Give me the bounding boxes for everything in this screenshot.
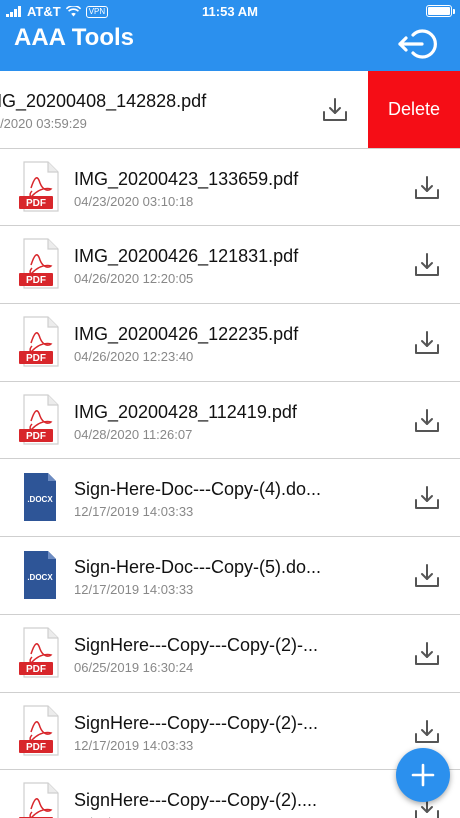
file-name: SignHere---Copy---Copy-(2)-...	[74, 634, 319, 655]
file-row-content[interactable]: PDF SignHere---Copy---Copy-(2)-... 12/17/2…	[0, 693, 460, 770]
download-icon[interactable]	[414, 641, 440, 667]
pdf-file-icon: PDF	[19, 161, 59, 212]
pdf-badge-text: PDF	[26, 198, 46, 209]
file-row[interactable]: PDF IMG_20200423_133659.pdf 04/23/2020 03:…	[0, 148, 460, 227]
pdf-badge-text: PDF	[26, 275, 46, 286]
pdf-file-icon: PDF	[19, 238, 59, 289]
file-row-content[interactable]: PDF IMG_20200426_121831.pdf 04/26/2020 12:…	[0, 226, 460, 303]
file-row[interactable]: PDFIMG_20200408_142828.pdf/08/2020 03:59…	[0, 71, 460, 149]
pdf-file-icon: PDF	[19, 782, 59, 818]
file-date: 04/26/2020 12:20:05	[74, 271, 194, 287]
file-name: IMG_20200428_112419.pdf	[74, 401, 297, 422]
plus-icon	[411, 763, 435, 787]
status-bar: AT&T VPN 11:53 AM	[0, 0, 460, 24]
file-date: 06/25/2019 16:30:24	[74, 659, 194, 675]
pdf-badge-text: PDF	[26, 353, 46, 364]
file-date: 12/17/2019 14:03:33	[74, 582, 194, 598]
file-row-content[interactable]: .DOCX Sign-Here-Doc---Copy-(4).do... 12/17…	[0, 459, 460, 536]
file-row-content[interactable]: .DOCX Sign-Here-Doc---Copy-(5).do... 12/17…	[0, 537, 460, 614]
file-date: /08/2020 03:59:29	[0, 116, 87, 131]
file-name: IMG_20200426_122235.pdf	[74, 324, 299, 345]
docx-file-icon: .DOCX	[24, 473, 56, 522]
docx-badge-text: .DOCX	[27, 573, 53, 582]
file-row-content[interactable]: PDFIMG_20200408_142828.pdf/08/2020 03:59…	[0, 71, 368, 148]
file-name: IMG_20200408_142828.pdf	[0, 91, 207, 111]
app-header: AT&T VPN 11:53 AM AAA Tools	[0, 0, 460, 71]
file-name: IMG_20200426_121831.pdf	[74, 246, 299, 267]
file-row[interactable]: PDF IMG_20200428_112419.pdf 04/28/2020 11:…	[0, 381, 460, 460]
file-row[interactable]: PDF IMG_20200426_122235.pdf 04/26/2020 12:…	[0, 304, 460, 382]
download-icon[interactable]	[414, 485, 440, 511]
file-row[interactable]: PDF IMG_20200426_121831.pdf 04/26/2020 12:…	[0, 226, 460, 305]
status-time: 11:53 AM	[202, 4, 258, 19]
file-row-content[interactable]: PDF SignHere---Copy---Copy-(2)-... 06/25/2…	[0, 615, 460, 692]
docx-file-icon: .DOCX	[24, 551, 56, 600]
file-date: 12/17/2019 14:03:33	[74, 737, 194, 753]
file-name: Sign-Here-Doc---Copy-(5).do...	[74, 557, 322, 578]
pdf-badge-text: PDF	[26, 664, 46, 675]
download-icon[interactable]	[414, 563, 440, 589]
pdf-file-icon: PDF	[19, 704, 59, 756]
file-name: SignHere---Copy---Copy-(2)-...	[74, 712, 319, 733]
file-row[interactable]: .DOCX Sign-Here-Doc---Copy-(5).do... 12/17…	[0, 537, 460, 615]
delete-button[interactable]: Delete	[368, 71, 460, 148]
file-row-content[interactable]: PDF IMG_20200426_122235.pdf 04/26/2020 12:…	[0, 304, 460, 381]
file-date: 04/23/2020 03:10:18	[74, 193, 194, 209]
download-icon[interactable]	[414, 330, 440, 356]
file-name: SignHere---Copy---Copy-(2)....	[74, 790, 318, 811]
download-icon[interactable]	[414, 252, 440, 278]
download-icon[interactable]	[414, 719, 440, 745]
file-row-content[interactable]: PDF IMG_20200423_133659.pdf 04/23/2020 03:…	[0, 149, 460, 226]
docx-badge-text: .DOCX	[27, 495, 53, 504]
battery-icon	[426, 5, 455, 17]
pdf-badge-text: PDF	[26, 431, 46, 442]
pdf-file-icon: PDF	[19, 316, 59, 367]
file-row[interactable]: .DOCX Sign-Here-Doc---Copy-(4).do... 12/17…	[0, 459, 460, 538]
download-icon[interactable]	[414, 175, 440, 201]
file-date: 04/28/2020 11:26:07	[74, 426, 193, 442]
file-name: Sign-Here-Doc---Copy-(4).do...	[74, 479, 322, 500]
file-name: IMG_20200423_133659.pdf	[74, 168, 299, 189]
pdf-file-icon: PDF	[19, 627, 59, 678]
pdf-file-icon: PDF	[19, 394, 59, 445]
file-date: 04/26/2020 12:23:40	[74, 349, 194, 365]
file-list[interactable]: PDF IMG_20200408_142828.pdf/08/2020 03:59…	[0, 71, 460, 818]
file-row-content[interactable]: PDFSignHere---Copy---Copy-(2)....06/25/2…	[0, 770, 460, 818]
file-row-content[interactable]: PDF IMG_20200428_112419.pdf 04/28/2020 11:…	[0, 382, 460, 459]
file-date: 12/17/2019 14:03:33	[74, 504, 194, 520]
file-row[interactable]: PDF SignHere---Copy---Copy-(2)-... 06/25/2…	[0, 614, 460, 693]
page-title: AAA Tools	[14, 24, 134, 51]
file-row[interactable]: PDF SignHere---Copy---Copy-(2)-... 12/17/2…	[0, 692, 460, 771]
add-file-button[interactable]	[396, 748, 450, 802]
download-icon[interactable]	[322, 97, 348, 123]
file-row[interactable]: PDFSignHere---Copy---Copy-(2)....06/25/2…	[0, 770, 460, 818]
pdf-badge-text: PDF	[26, 742, 46, 753]
download-icon[interactable]	[414, 408, 440, 434]
logout-icon[interactable]	[396, 27, 438, 61]
